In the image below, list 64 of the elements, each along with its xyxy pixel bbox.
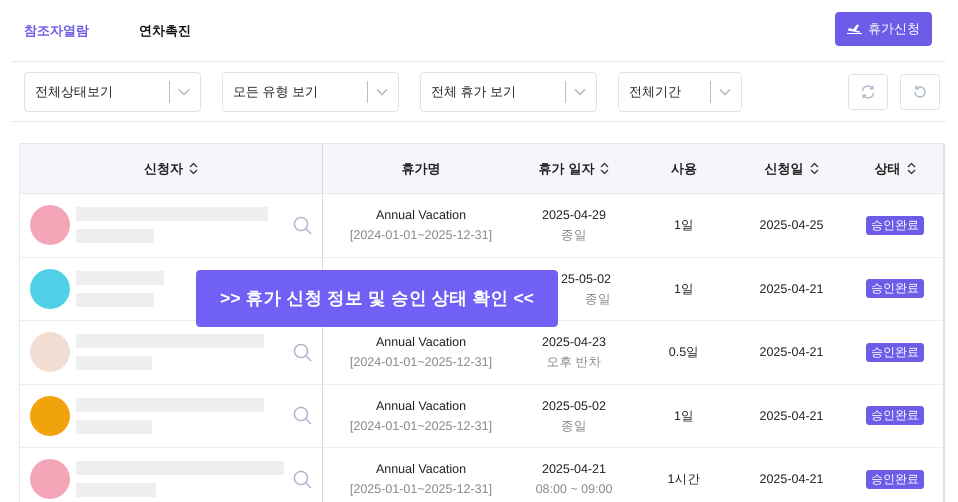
status-badge: 승인완료 (866, 342, 924, 362)
applied-date: 2025-04-21 (760, 344, 824, 362)
airplane-icon (847, 23, 862, 34)
status-badge: 승인완료 (866, 470, 924, 489)
leave-date: 25-05-02 (560, 270, 611, 288)
leave-date: 2025-04-29 (542, 207, 606, 224)
filter-select[interactable]: 전체상태보기 (24, 72, 201, 112)
filter-select[interactable]: 전체기간 (618, 72, 742, 112)
tab[interactable]: 참조자열람 (24, 20, 89, 40)
applied-date: 2025-04-21 (760, 471, 824, 488)
column-header[interactable]: 신청일 (764, 158, 804, 178)
column-header[interactable]: 상태 (874, 158, 900, 178)
vacation-period: [2025-01-01~2025-12-31] (350, 481, 492, 498)
tab[interactable]: 연차촉진 (139, 20, 191, 40)
leave-time: 종일 (561, 418, 587, 435)
filter-select[interactable]: 전체 휴가 보기 (420, 72, 597, 112)
sort-icon[interactable] (189, 162, 198, 175)
search-icon[interactable] (293, 342, 312, 362)
leave-date: 2025-05-02 (542, 398, 606, 415)
applied-date: 2025-04-25 (760, 217, 824, 234)
usage-amount: 1일 (674, 217, 694, 234)
chevron-down-icon (376, 88, 388, 96)
vacation-name: Annual Vacation (376, 334, 466, 352)
leave-time: 오후 반차 (546, 354, 602, 372)
filter-select[interactable]: 모든 유형 보기 (222, 72, 399, 112)
sort-icon[interactable] (906, 162, 916, 175)
vacation-name: Annual Vacation (376, 207, 466, 224)
column-header: 휴가명 (402, 160, 440, 178)
leave-time: 종일 (585, 290, 611, 308)
leave-date: 2025-04-23 (542, 334, 606, 352)
applied-date: 2025-04-21 (760, 408, 824, 425)
chevron-down-icon (574, 88, 586, 96)
leave-date: 2025-04-21 (542, 461, 606, 478)
sort-icon[interactable] (810, 162, 818, 175)
usage-amount: 1일 (674, 408, 694, 425)
vacation-period: [2024-01-01~2025-12-31] (350, 227, 492, 244)
chevron-down-icon (178, 88, 190, 96)
search-icon[interactable] (293, 216, 312, 235)
applied-date: 2025-04-21 (760, 280, 824, 298)
usage-amount: 0.5일 (668, 344, 700, 362)
status-badge: 승인완료 (866, 279, 924, 298)
usage-amount: 1일 (674, 280, 694, 298)
vacation-period: [2024-01-01~2025-12-31] (350, 418, 492, 435)
leave-time: 08:00 ~ 09:00 (536, 481, 612, 498)
callout-banner: >> 휴가 신청 정보 및 승인 상태 확인 << (196, 270, 558, 327)
reset-icon (912, 84, 928, 100)
sort-icon[interactable] (600, 162, 610, 175)
column-header[interactable]: 휴가 일자 (538, 158, 594, 178)
search-icon[interactable] (293, 406, 312, 426)
sync-icon (860, 84, 876, 100)
column-header[interactable]: 신청자 (144, 158, 183, 178)
leave-time: 종일 (561, 227, 587, 244)
reset-button[interactable] (900, 74, 940, 110)
search-icon[interactable] (293, 470, 312, 489)
chevron-down-icon (719, 88, 731, 96)
status-badge: 승인완료 (866, 216, 924, 235)
vacation-name: Annual Vacation (376, 461, 466, 478)
sync-button[interactable] (848, 74, 888, 110)
vacation-name: Annual Vacation (376, 398, 466, 415)
vacation-period: [2024-01-01~2025-12-31] (350, 354, 492, 372)
status-badge: 승인완료 (866, 406, 924, 426)
request-leave-button[interactable]: 휴가신청 (835, 12, 932, 46)
column-header: 사용 (671, 160, 697, 178)
usage-amount: 1시간 (668, 471, 700, 488)
